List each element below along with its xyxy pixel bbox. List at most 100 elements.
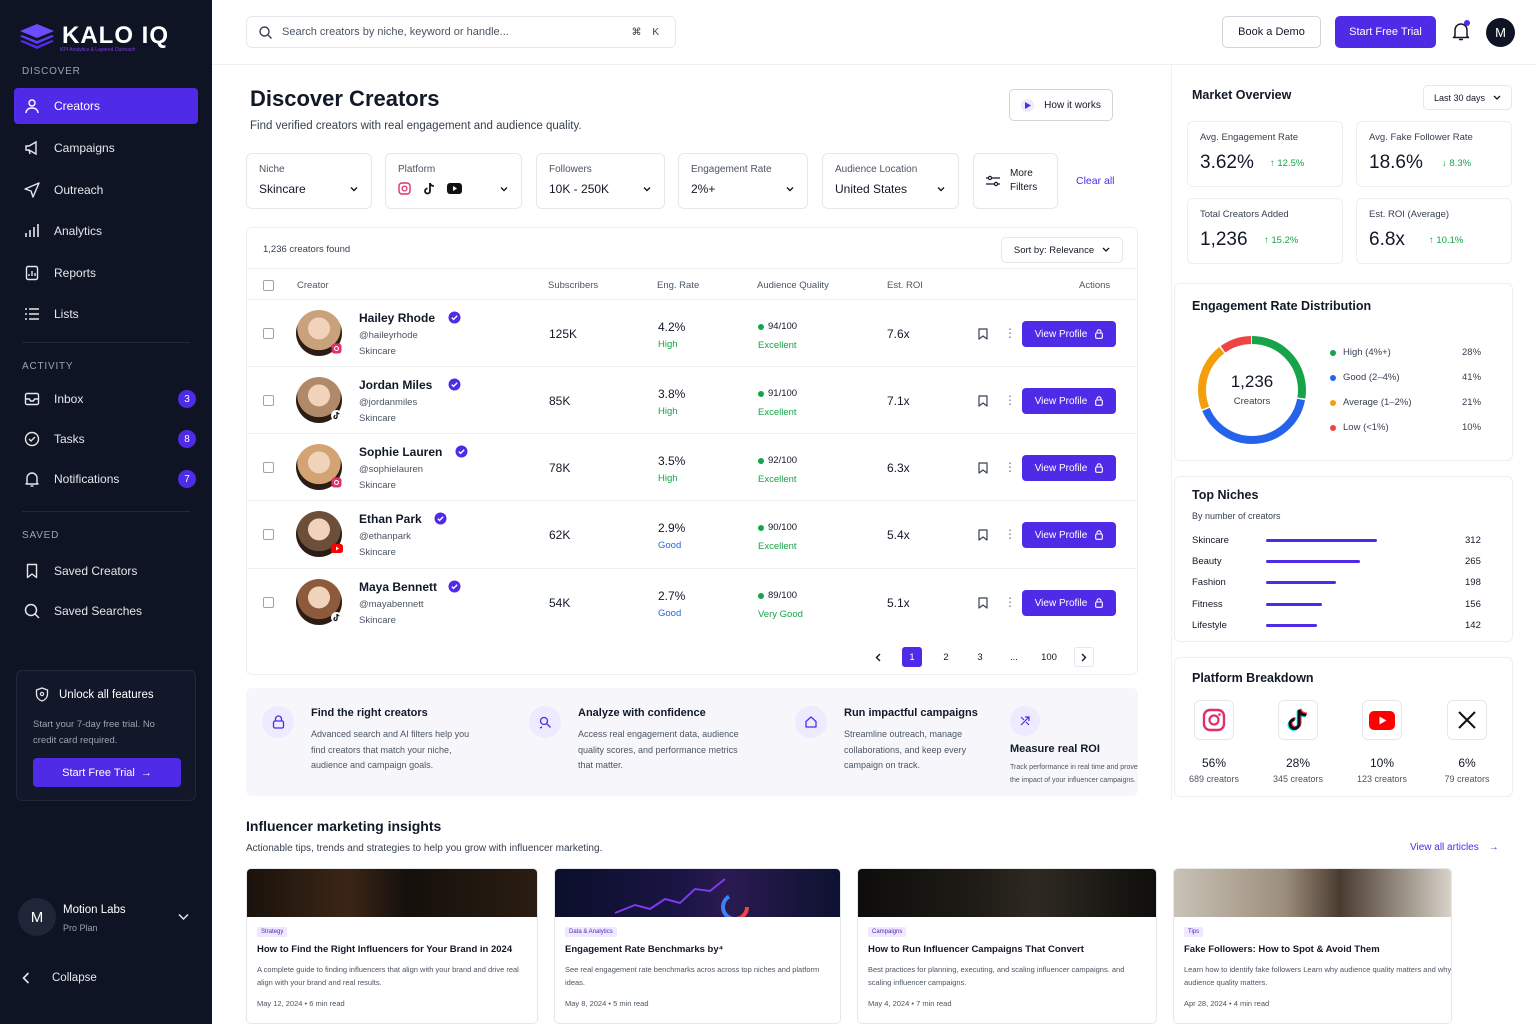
row-checkbox[interactable] (263, 328, 274, 339)
how-it-works-button[interactable]: How it works (1009, 89, 1113, 121)
column-header-audience-quality[interactable]: Audience Quality (757, 280, 829, 291)
more-filters-button[interactable]: More Filters (973, 153, 1058, 209)
unlock-features-card: Unlock all features Start your 7-day fre… (16, 670, 196, 801)
next-page-button[interactable] (1074, 647, 1094, 667)
instagram-icon (398, 182, 411, 195)
user-avatar[interactable]: M (18, 898, 56, 936)
chevron-right-icon (1081, 653, 1087, 661)
more-options-icon[interactable]: ⋮ (1004, 460, 1016, 474)
notifications-bell-button[interactable] (1452, 20, 1470, 41)
button-label: Start Free Trial (62, 766, 135, 779)
unlock-text: credit card required. (33, 735, 118, 746)
row-checkbox[interactable] (263, 462, 274, 473)
sidebar-start-trial-button[interactable]: Start Free Trial → (33, 758, 181, 787)
eng-tier: Good (658, 540, 682, 551)
sidebar-item-reports[interactable]: Reports (14, 255, 198, 291)
creator-name[interactable]: Sophie Lauren (359, 445, 442, 459)
column-header-creator[interactable]: Creator (297, 280, 329, 291)
platform-filter[interactable]: Platform (385, 153, 522, 209)
date-range-dropdown[interactable]: Last 30 days (1423, 85, 1512, 110)
instagram-icon (1194, 700, 1234, 740)
article-meta: May 8, 2024 • 5 min read (565, 999, 649, 1008)
bookmark-icon[interactable] (978, 328, 988, 340)
sidebar-item-notifications[interactable]: Notifications 7 (14, 461, 198, 497)
bookmark-icon[interactable] (978, 462, 988, 474)
niche-filter[interactable]: Niche Skincare (246, 153, 372, 209)
user-name: Motion Labs (63, 904, 126, 916)
profile-avatar[interactable]: M (1486, 18, 1515, 47)
column-header-subscribers[interactable]: Subscribers (548, 280, 598, 291)
row-checkbox[interactable] (263, 395, 274, 406)
lock-icon (1095, 598, 1104, 608)
row-checkbox[interactable] (263, 529, 274, 540)
page-3-button[interactable]: 3 (970, 647, 990, 667)
followers-filter[interactable]: Followers 10K - 250K (536, 153, 665, 209)
bookmark-icon[interactable] (978, 529, 988, 541)
more-options-icon[interactable]: ⋮ (1004, 393, 1016, 407)
legend-percent: 28% (1462, 347, 1482, 358)
platform-percent: 56% (1201, 756, 1227, 770)
chevron-down-icon[interactable] (178, 913, 189, 921)
view-profile-button[interactable]: View Profile (1022, 522, 1116, 548)
sidebar-item-creators[interactable]: Creators (14, 88, 198, 124)
sidebar-item-lists[interactable]: Lists (14, 296, 198, 332)
creator-name[interactable]: Maya Bennett (359, 580, 437, 594)
view-profile-button[interactable]: View Profile (1022, 455, 1116, 481)
start-free-trial-button[interactable]: Start Free Trial (1335, 16, 1436, 48)
niche-label: Fashion (1192, 577, 1226, 589)
article-card[interactable]: Tips Fake Followers: How to Spot & Avoid… (1173, 868, 1452, 1024)
select-all-checkbox[interactable] (263, 280, 274, 291)
sidebar-item-saved-searches[interactable]: Saved Searches (14, 593, 198, 629)
brand-logo[interactable]: KALO IQ KPI Analytics & Layered Outreach (18, 22, 169, 53)
bookmark-icon[interactable] (978, 597, 988, 609)
bar-chart-icon (25, 224, 39, 237)
article-card[interactable]: Campaigns How to Run Influencer Campaign… (857, 868, 1157, 1024)
search-icon (259, 25, 272, 39)
sidebar-item-analytics[interactable]: Analytics (14, 213, 198, 249)
legend-item: Good (2–4%) (1330, 372, 1400, 383)
page-1-button[interactable]: 1 (902, 647, 922, 667)
view-profile-button[interactable]: View Profile (1022, 321, 1116, 347)
eng-tier: High (658, 339, 678, 350)
bookmark-icon[interactable] (978, 395, 988, 407)
sidebar-item-inbox[interactable]: Inbox 3 (14, 381, 198, 417)
page-100-button[interactable]: 100 (1036, 647, 1062, 667)
more-options-icon[interactable]: ⋮ (1004, 595, 1016, 609)
niche-value: 198 (1465, 577, 1481, 589)
creator-name[interactable]: Hailey Rhode (359, 311, 435, 325)
subscribers-value: 78K (549, 461, 571, 475)
creator-name[interactable]: Ethan Park (359, 512, 422, 526)
creator-handle: @mayabennett (359, 599, 424, 610)
kpi-value: 3.62% (1200, 152, 1254, 173)
article-card[interactable]: Data & Analytics Engagement Rate Benchma… (554, 868, 841, 1024)
clear-all-link[interactable]: Clear all (1076, 175, 1115, 187)
status-dot (758, 525, 764, 531)
platform-percent: 10% (1369, 756, 1395, 770)
legend-percent: 10% (1462, 422, 1482, 433)
more-options-icon[interactable]: ⋮ (1004, 326, 1016, 340)
view-all-articles-link[interactable]: View all articles → (1410, 842, 1499, 853)
sidebar-item-campaigns[interactable]: Campaigns (14, 130, 198, 166)
sidebar-item-outreach[interactable]: Outreach (14, 172, 198, 208)
view-profile-button[interactable]: View Profile (1022, 590, 1116, 616)
collapse-button[interactable]: Collapse (22, 972, 97, 984)
book-demo-button[interactable]: Book a Demo (1222, 16, 1321, 48)
view-profile-button[interactable]: View Profile (1022, 388, 1116, 414)
column-header-eng-rate[interactable]: Eng. Rate (657, 280, 699, 291)
sidebar-item-saved-creators[interactable]: Saved Creators (14, 553, 198, 589)
creator-name[interactable]: Jordan Miles (359, 378, 432, 392)
creator-niche: Skincare (359, 480, 396, 491)
search-input[interactable]: Search creators by niche, keyword or han… (246, 16, 676, 48)
sort-dropdown[interactable]: Sort by: Relevance (1001, 237, 1123, 263)
sidebar-item-tasks[interactable]: Tasks 8 (14, 421, 198, 457)
audience-location-filter[interactable]: Audience Location United States (822, 153, 959, 209)
article-card[interactable]: Strategy How to Find the Right Influence… (246, 868, 538, 1024)
niche-value: 265 (1465, 556, 1481, 568)
engagement-rate-filter[interactable]: Engagement Rate 2%+ (678, 153, 808, 209)
more-options-icon[interactable]: ⋮ (1004, 527, 1016, 541)
prev-page-button[interactable] (868, 647, 888, 667)
page-2-button[interactable]: 2 (936, 647, 956, 667)
row-checkbox[interactable] (263, 597, 274, 608)
column-header-est-roi[interactable]: Est. ROI (887, 280, 923, 291)
section-saved: SAVED (22, 530, 60, 541)
